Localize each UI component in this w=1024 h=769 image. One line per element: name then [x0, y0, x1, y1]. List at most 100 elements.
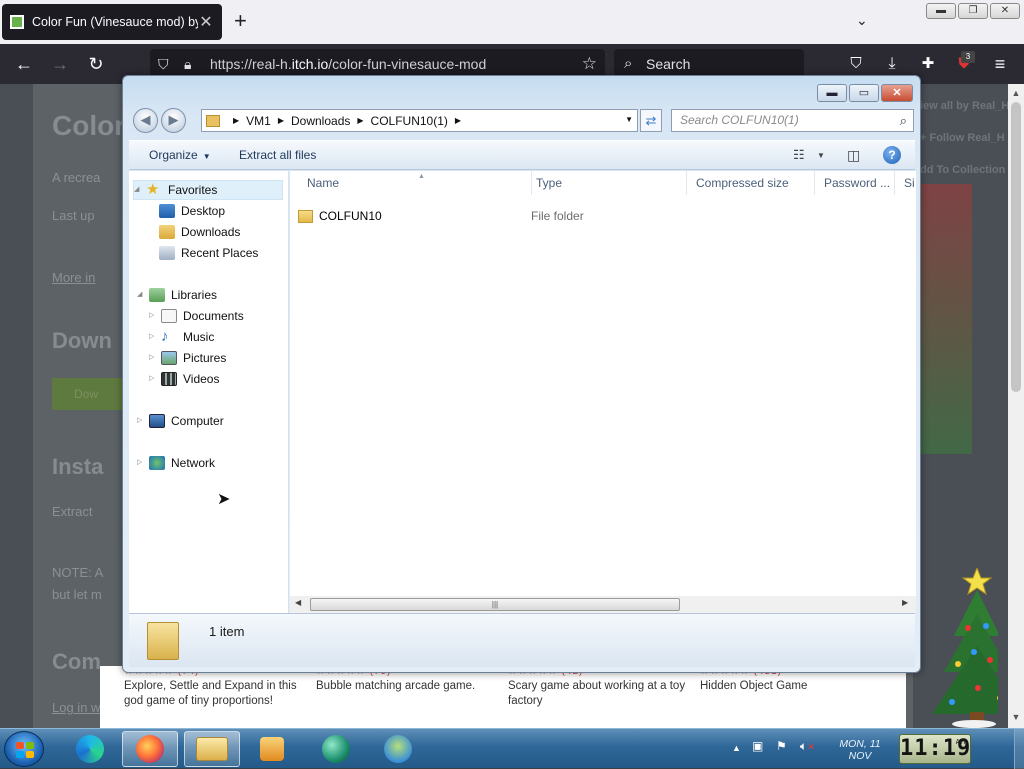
help-icon[interactable]: ? [883, 146, 901, 164]
minimize-window-icon[interactable]: ▬ [926, 3, 956, 19]
extract-all-files-button[interactable]: Extract all files [239, 148, 316, 162]
explorer-back-icon[interactable]: ◀ [133, 108, 158, 133]
column-header-compressed-size[interactable]: Compressed size [687, 171, 815, 195]
taskbar-firefox-button[interactable] [122, 731, 178, 767]
view-all-link[interactable]: iew all by Real_H [920, 100, 1009, 112]
comments-heading: Com [52, 649, 101, 674]
tree-snow [952, 720, 996, 728]
game-card[interactable]: ★★★★★ (74)Explore, Settle and Expand in … [124, 666, 306, 709]
explorer-forward-icon[interactable]: ▶ [161, 108, 186, 133]
download-button[interactable]: Dow [52, 378, 124, 410]
column-header-type[interactable]: Type [527, 171, 687, 195]
explorer-search-input[interactable]: Search COLFUN10(1) ⌕ [671, 109, 914, 132]
breadcrumb-arrow-icon[interactable]: ▶ [278, 116, 284, 125]
breadcrumb-item[interactable]: COLFUN10(1) [371, 114, 448, 128]
file-row[interactable]: COLFUN10 File folder [298, 205, 898, 227]
organize-button[interactable]: Organize ▼ [149, 148, 211, 162]
nav-item-videos[interactable]: ▷ Videos [149, 369, 219, 389]
scroll-up-icon[interactable]: ▲ [1008, 88, 1024, 98]
breadcrumb-arrow-icon[interactable]: ▶ [357, 116, 363, 125]
collapse-triangle-icon[interactable]: ◢ [134, 180, 144, 200]
scroll-right-icon[interactable]: ▶ [902, 598, 908, 607]
tree-ornament [965, 625, 971, 631]
refresh-icon[interactable]: ⇄ [640, 109, 662, 132]
address-history-dropdown-icon[interactable]: ▼ [625, 115, 633, 124]
page-scroll-thumb[interactable] [1011, 102, 1021, 392]
nav-item-favorites[interactable]: ◢ ★ Favorites [133, 180, 283, 200]
more-info-link[interactable]: More in [52, 270, 95, 285]
volume-muted-icon[interactable]: 🔈︎✕ [800, 739, 815, 754]
close-window-icon[interactable]: ✕ [990, 3, 1020, 19]
nav-item-computer[interactable]: ▷ Computer [137, 411, 224, 431]
clock-date[interactable]: MON, 11 NOV [830, 738, 890, 762]
extension-badge: 3 [961, 51, 975, 63]
follow-button[interactable]: + Follow Real_H [920, 132, 1005, 144]
game-card[interactable]: ★★★★★ (451)Hidden Object Game [700, 666, 880, 694]
close-tab-icon[interactable]: ✕ [198, 12, 214, 32]
christmas-tree-gadget[interactable] [928, 568, 998, 728]
breadcrumb-item[interactable]: Downloads [291, 114, 350, 128]
nav-item-documents[interactable]: ▷ Documents [149, 306, 244, 326]
app-menu-icon[interactable]: ≡ [988, 52, 1012, 76]
column-header-password[interactable]: Password ... [815, 171, 895, 195]
taskbar-download-manager-button[interactable] [370, 731, 426, 767]
nav-item-desktop[interactable]: Desktop [159, 201, 225, 221]
explorer-minimize-icon[interactable]: ▬ [817, 84, 847, 102]
extensions-icon[interactable]: ✚ [916, 52, 940, 76]
horizontal-scroll-thumb[interactable]: ||| [310, 598, 680, 611]
back-icon[interactable]: ← [12, 52, 36, 76]
explorer-close-icon[interactable]: ✕ [881, 84, 913, 102]
game-card[interactable]: ★★★★★ (79)Bubble matching arcade game. [316, 666, 496, 694]
column-header-size[interactable]: Si [895, 171, 916, 195]
nav-item-downloads[interactable]: Downloads [159, 222, 240, 242]
column-header-name[interactable]: Name ▲ [298, 171, 532, 195]
search-icon[interactable]: ⌕ [900, 110, 907, 131]
breadcrumb-arrow-icon[interactable]: ▶ [233, 116, 239, 125]
downloads-icon[interactable]: ⤓ [880, 52, 904, 76]
taskbar-app-button[interactable] [308, 731, 364, 767]
browser-tab-active[interactable]: Color Fun (Vinesauce mod) by ✕ [2, 4, 222, 40]
view-options-dropdown-icon[interactable]: ▼ [817, 151, 825, 160]
explorer-maximize-icon[interactable]: ▭ [849, 84, 879, 102]
expand-triangle-icon[interactable]: ▷ [149, 369, 159, 389]
nav-item-pictures[interactable]: ▷ Pictures [149, 348, 226, 368]
scroll-left-icon[interactable]: ◀ [295, 598, 301, 607]
tray-device-icon[interactable]: ▣ [752, 739, 763, 753]
breadcrumb-arrow-icon[interactable]: ▶ [455, 116, 461, 125]
scroll-down-icon[interactable]: ▼ [1008, 712, 1024, 722]
expand-triangle-icon[interactable]: ▷ [149, 327, 159, 347]
expand-triangle-icon[interactable]: ▷ [149, 348, 159, 368]
taskbar-edge-button[interactable] [62, 731, 118, 767]
address-bar[interactable]: ▶ VM1 ▶ Downloads ▶ COLFUN10(1) ▶ ▼ [201, 109, 638, 132]
new-tab-icon[interactable]: + [234, 10, 247, 32]
breadcrumb-item[interactable]: VM1 [246, 114, 271, 128]
expand-triangle-icon[interactable]: ▷ [137, 411, 147, 431]
expand-triangle-icon[interactable]: ▷ [149, 306, 159, 326]
preview-pane-icon[interactable]: ◫ [847, 147, 860, 164]
start-button[interactable] [4, 731, 44, 767]
taskbar-media-player-button[interactable] [244, 731, 300, 767]
nav-item-network[interactable]: ▷ Network [137, 453, 215, 473]
add-to-collection-button[interactable]: dd To Collection [920, 164, 1005, 176]
taskbar-explorer-button[interactable] [184, 731, 240, 767]
maximize-window-icon[interactable]: ❐ [958, 3, 988, 19]
nav-item-libraries[interactable]: ◢ Libraries [137, 285, 217, 305]
action-center-flag-icon[interactable]: ⚑ [776, 739, 787, 753]
list-all-tabs-icon[interactable]: ⌄ [856, 12, 868, 29]
expand-triangle-icon[interactable]: ▷ [137, 453, 147, 473]
horizontal-scrollbar[interactable]: ◀ ||| ▶ [290, 596, 916, 613]
page-scrollbar[interactable]: ▲ ▼ [1008, 84, 1024, 728]
pocket-icon[interactable]: ⛉ [844, 52, 868, 76]
game-card[interactable]: ★★★★★ (42)Scary game about working at a … [508, 666, 692, 709]
firefox-icon [136, 735, 164, 763]
show-hidden-icons-icon[interactable]: ▲ [732, 743, 741, 753]
forward-icon[interactable]: → [48, 52, 72, 76]
collapse-triangle-icon[interactable]: ◢ [137, 285, 147, 305]
nav-item-recent-places[interactable]: Recent Places [159, 243, 258, 263]
nav-item-music[interactable]: ▷ ♪ Music [149, 327, 214, 347]
reload-icon[interactable]: ↻ [84, 52, 108, 76]
digital-clock-gadget[interactable]: 11:19 AM [899, 734, 971, 764]
login-link[interactable]: Log in w [52, 700, 100, 715]
change-view-icon[interactable]: ☷ [793, 147, 805, 163]
show-desktop-button[interactable] [1014, 729, 1024, 769]
